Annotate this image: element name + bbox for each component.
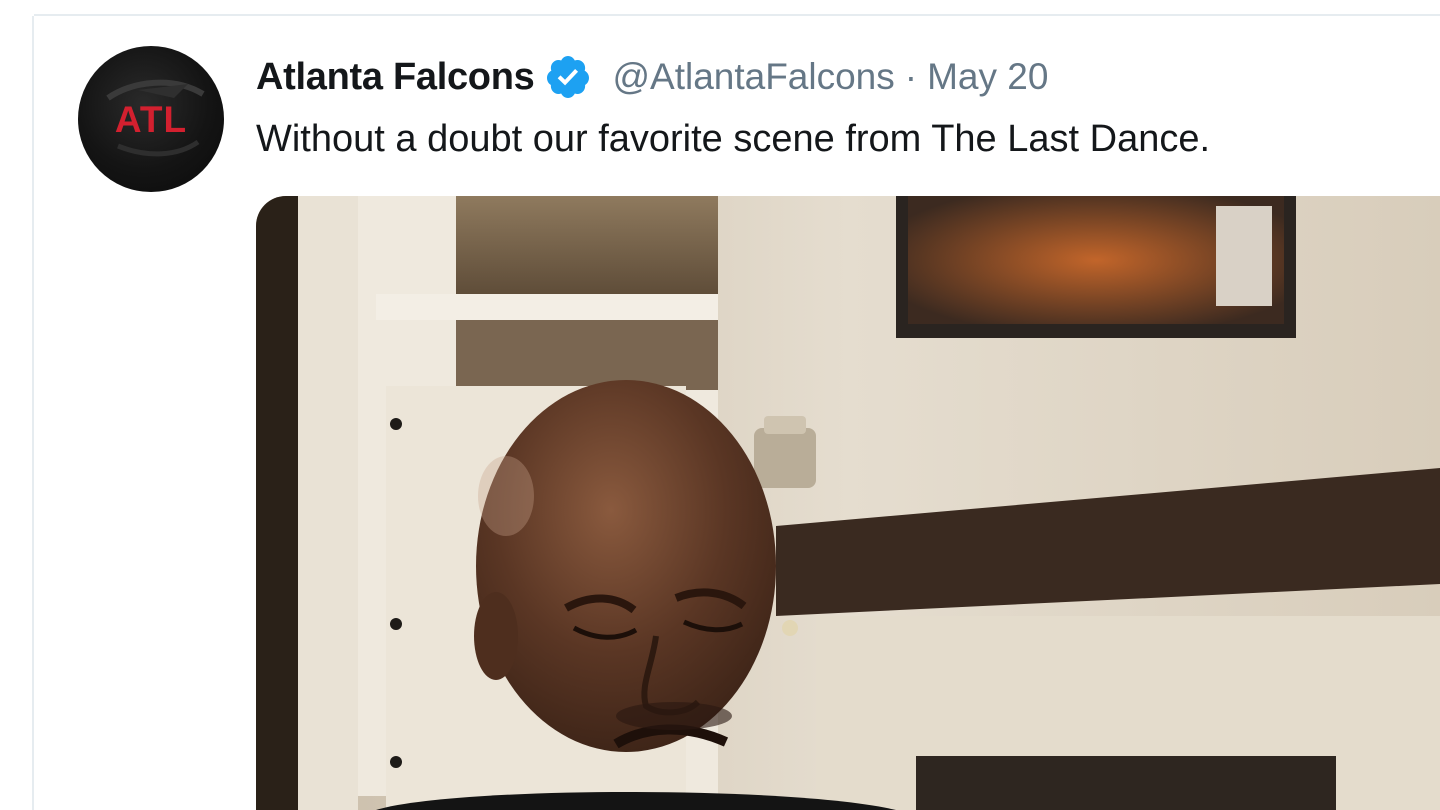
video-still-image (256, 196, 1440, 810)
handle[interactable]: @AtlantaFalcons (612, 56, 894, 98)
timestamp[interactable]: May 20 (927, 56, 1048, 98)
verified-badge-icon (544, 53, 592, 101)
tweet-media[interactable] (256, 196, 1440, 810)
separator-dot: · (904, 56, 918, 97)
tweet-text: Without a doubt our favorite scene from … (256, 118, 1211, 160)
avatar-logo-text: ATL (115, 99, 187, 140)
tweet-header: Atlanta Falcons @AtlantaFalcons · May 20 (256, 52, 1048, 102)
avatar[interactable]: ATL (78, 46, 224, 192)
atl-logo-icon: ATL (106, 79, 205, 157)
display-name[interactable]: Atlanta Falcons (256, 56, 535, 99)
